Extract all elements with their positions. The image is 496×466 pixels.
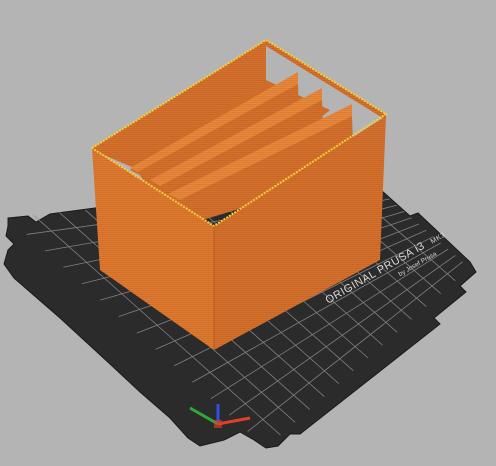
3d-viewport[interactable]: ORIGINAL PRUSA i3 MK3 by Josef Prusa: [0, 0, 496, 466]
scene-canvas[interactable]: ORIGINAL PRUSA i3 MK3 by Josef Prusa: [0, 0, 496, 466]
